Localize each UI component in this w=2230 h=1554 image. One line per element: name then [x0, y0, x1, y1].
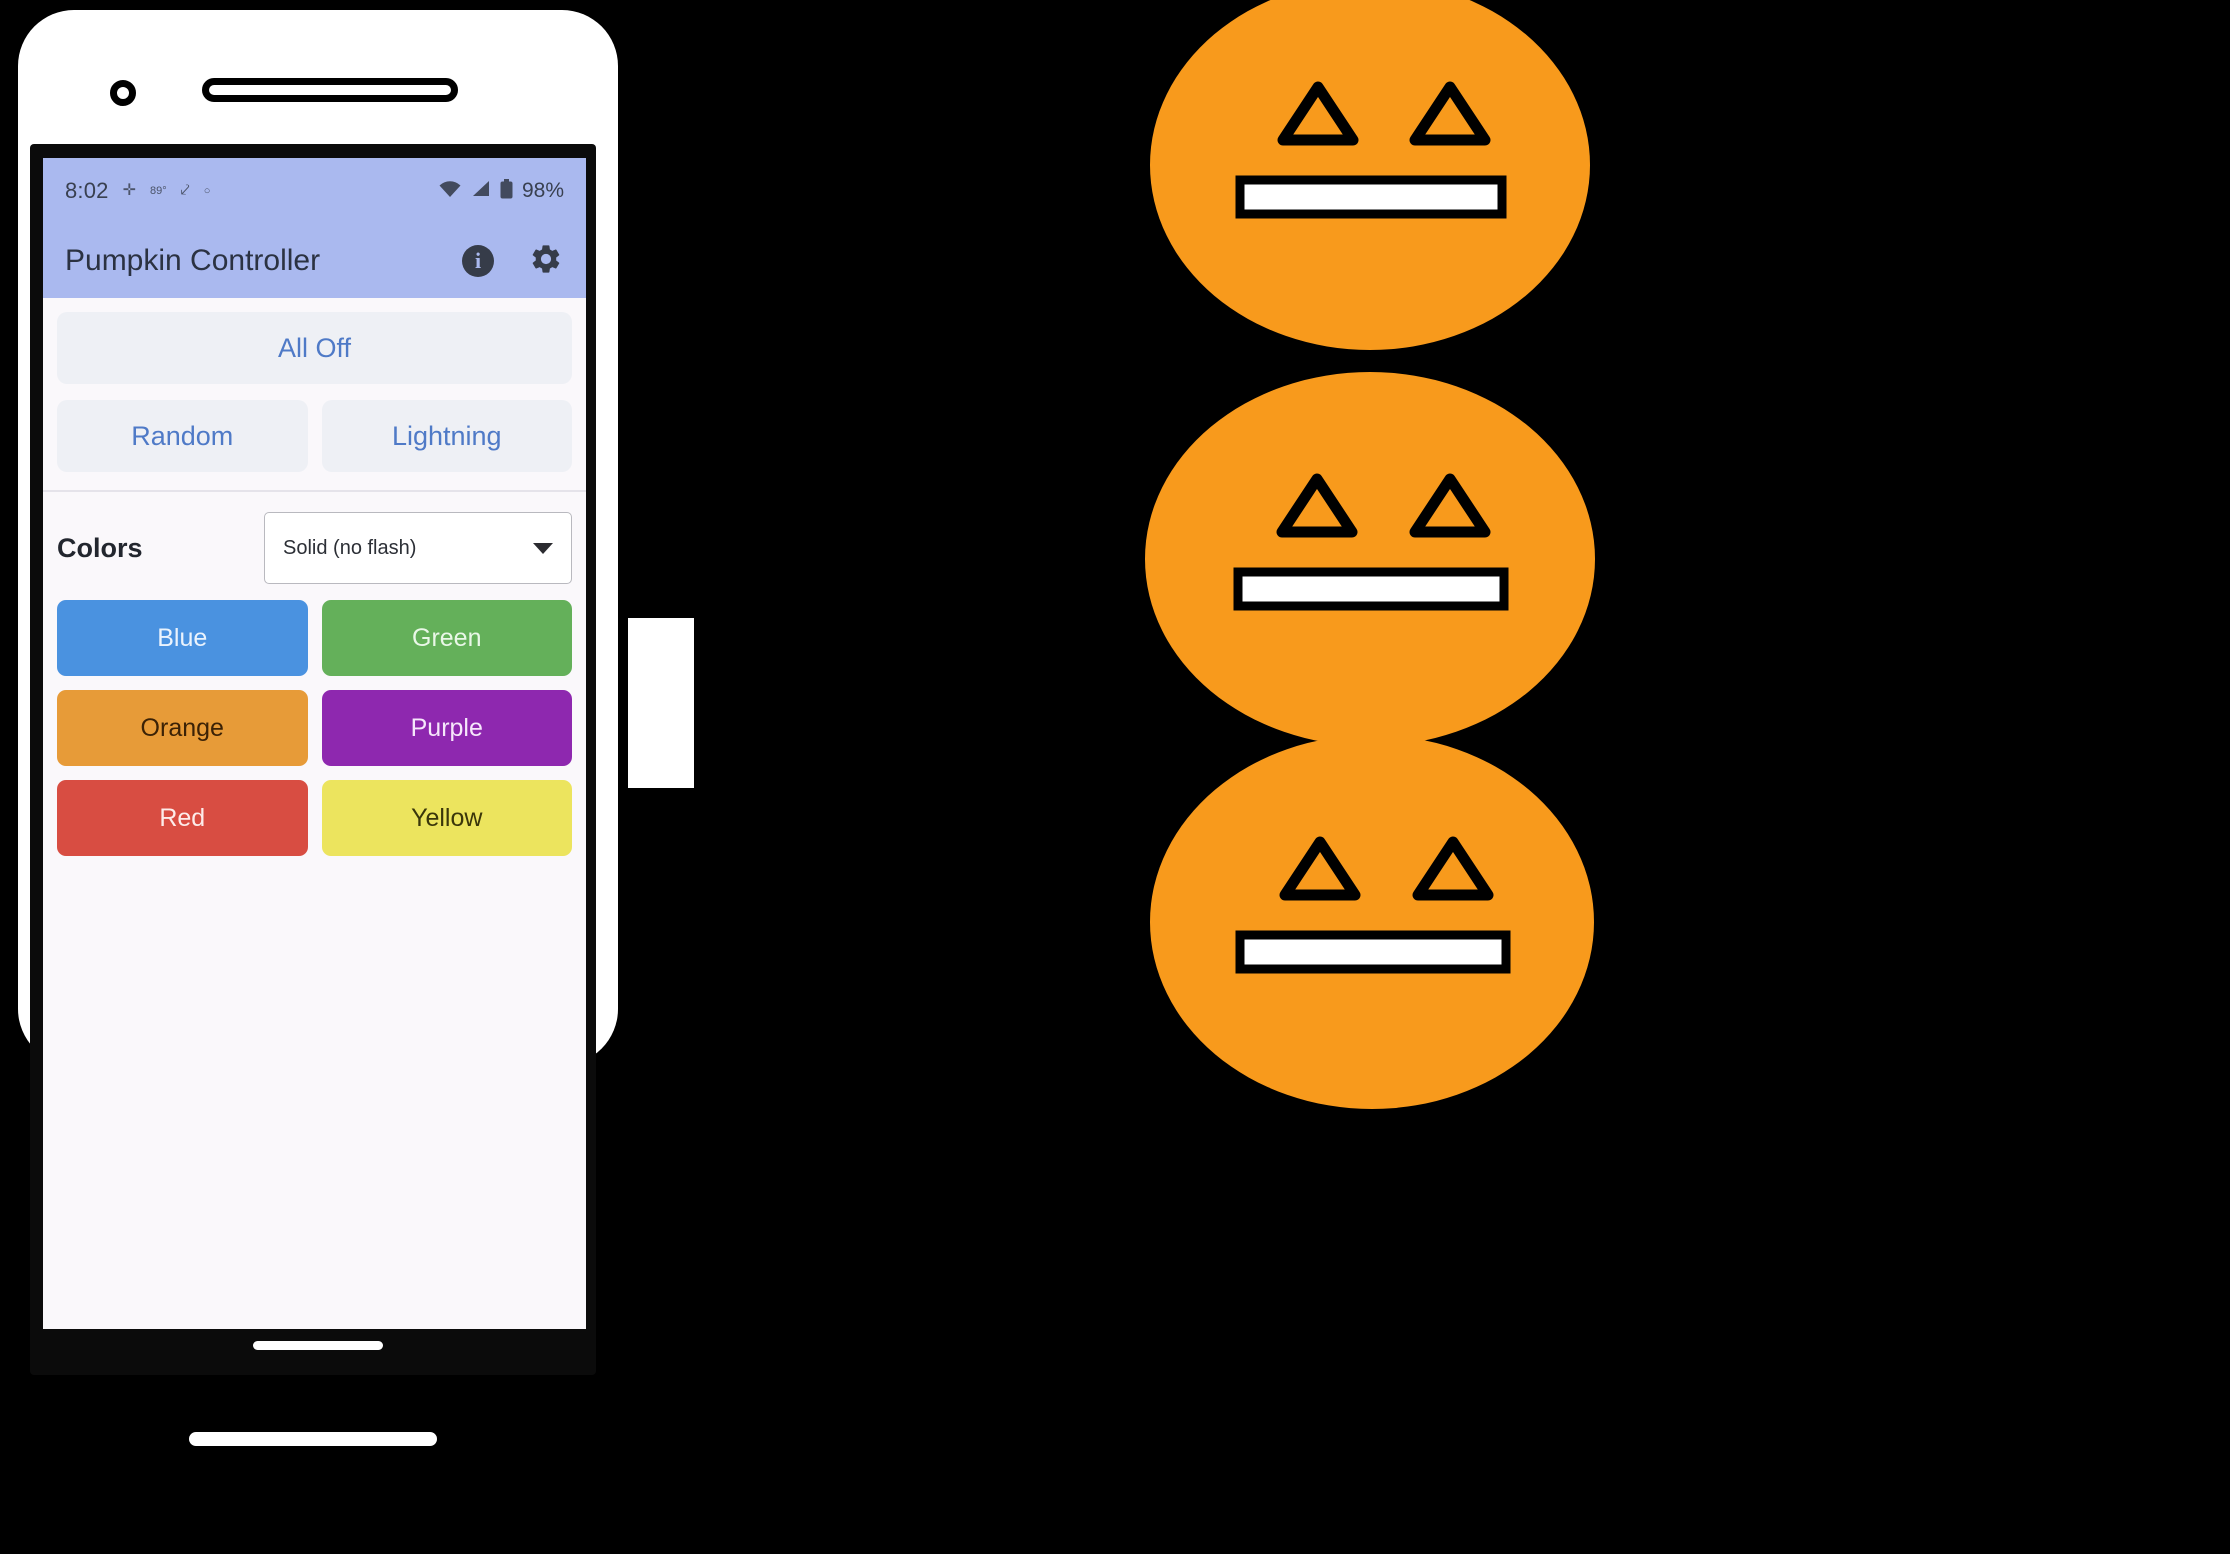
location-icon: ✛	[122, 182, 137, 199]
color-button-yellow[interactable]: Yellow	[321, 780, 572, 856]
battery-icon	[500, 179, 513, 203]
pumpkin-face	[1150, 735, 1594, 1109]
random-button[interactable]: Random	[57, 400, 308, 472]
bluetooth-icon: ⤦	[180, 182, 190, 199]
color-swatch-grid: Blue Green Orange Purple Red Yellow	[43, 600, 586, 856]
earpiece-speaker-icon	[202, 78, 458, 102]
pumpkin-top	[1150, 0, 1590, 350]
wifi-icon	[438, 180, 462, 202]
color-button-orange[interactable]: Orange	[57, 690, 308, 766]
flash-mode-value: Solid (no flash)	[283, 536, 417, 559]
info-icon: i	[462, 245, 494, 277]
colors-label: Colors	[57, 532, 143, 563]
app-bar-actions: i	[460, 243, 564, 279]
color-button-green[interactable]: Green	[321, 600, 572, 676]
mouth-icon	[1235, 930, 1511, 974]
front-camera-icon	[110, 80, 136, 106]
navigation-gesture-bar[interactable]	[253, 1341, 383, 1350]
status-bar: 8:02 ✛ 89° ⤦ ○ 98%	[43, 158, 586, 224]
dot-icon: ○	[203, 184, 211, 197]
pumpkin-bottom	[1150, 735, 1594, 1109]
scene: 8:02 ✛ 89° ⤦ ○ 98% Pumpkin Controller i …	[0, 0, 2230, 1554]
color-button-purple[interactable]: Purple	[321, 690, 572, 766]
lightning-button[interactable]: Lightning	[321, 400, 572, 472]
chevron-down-icon	[533, 542, 553, 554]
control-buttons-section: All Off Random Lightning	[43, 298, 586, 472]
pumpkin-middle	[1145, 372, 1595, 746]
flash-mode-dropdown[interactable]: Solid (no flash)	[264, 512, 572, 584]
settings-button[interactable]	[528, 243, 564, 279]
info-button[interactable]: i	[460, 243, 496, 279]
mouth-icon	[1233, 567, 1509, 611]
gear-icon	[529, 242, 563, 281]
pumpkin-face	[1150, 0, 1590, 350]
pumpkin-face	[1145, 372, 1595, 746]
mode-buttons-row: Random Lightning	[57, 400, 572, 472]
phone-screen: 8:02 ✛ 89° ⤦ ○ 98% Pumpkin Controller i …	[43, 158, 586, 1329]
power-button[interactable]	[628, 618, 694, 788]
colors-header-row: Colors Solid (no flash)	[43, 492, 586, 600]
bottom-speaker-icon	[182, 1425, 444, 1453]
mouth-icon	[1235, 175, 1507, 219]
status-time: 8:02	[65, 178, 109, 203]
status-bar-left: 8:02 ✛ 89° ⤦ ○	[65, 178, 210, 204]
battery-percent: 98%	[521, 179, 564, 202]
weather-icon: 89°	[150, 184, 167, 197]
status-bar-right: 98%	[438, 179, 564, 203]
all-off-button[interactable]: All Off	[57, 312, 572, 384]
app-content: All Off Random Lightning Colors Solid (n…	[43, 298, 586, 856]
color-button-blue[interactable]: Blue	[57, 600, 308, 676]
color-button-red[interactable]: Red	[57, 780, 308, 856]
page-title: Pumpkin Controller	[65, 244, 321, 277]
app-bar: Pumpkin Controller i	[43, 224, 586, 298]
signal-icon	[471, 180, 491, 202]
